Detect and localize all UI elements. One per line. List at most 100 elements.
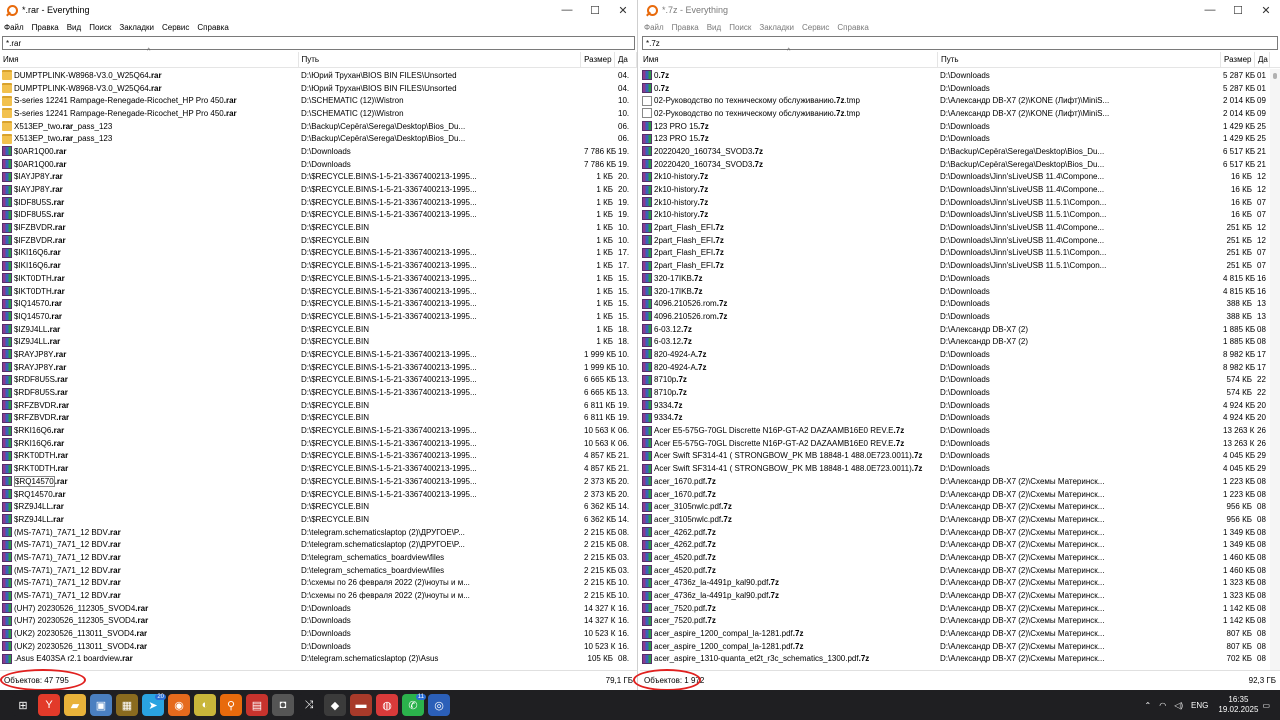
camera-app-icon[interactable]: ◘ [272, 694, 294, 716]
table-row[interactable]: 20220420_160734_SVOD3.7z D:\Backup\Серёга… [640, 145, 1270, 158]
table-row[interactable]: Acer Swift SF314-41 ( STRONGBOW_PK MB 18… [640, 450, 1270, 463]
table-row[interactable]: .Asus E403SA r2.1 boardview .rar D:\telegr… [0, 653, 637, 666]
table-row[interactable]: acer_4520.pdf .7z D:\Александр DB-X7 (2)\С… [640, 551, 1270, 564]
table-row[interactable]: $IDF8U5S .rar D:\$RECYCLE.BIN\S-1-5-21-336… [0, 196, 637, 209]
table-row[interactable]: 2part_Flash_EFI .7z D:\Downloads\Jinn'sLiv… [640, 221, 1270, 234]
table-row[interactable]: $RZ9J4LL .rar D:\$RECYCLE.BIN 6 362 КБ 14. [0, 513, 637, 526]
column-path[interactable]: Путь [938, 51, 1221, 68]
table-row[interactable]: (MS-7A71)_7A71_12 BDV .rar D:\telegram.sch… [0, 526, 637, 539]
table-row[interactable]: 2part_Flash_EFI .7z D:\Downloads\Jinn'sLiv… [640, 247, 1270, 260]
table-row[interactable]: $RDF8U5S .rar D:\$RECYCLE.BIN\S-1-5-21-336… [0, 386, 637, 399]
table-row[interactable]: (MS-7A71)_7A71_12 BDV .rar D:\telegram_sch… [0, 551, 637, 564]
table-row[interactable]: $RQ14570 .rar D:\$RECYCLE.BIN\S-1-5-21-336… [0, 475, 637, 488]
title-bar[interactable]: *.7z - Everything — ☐ ✕ [640, 0, 1280, 20]
table-row[interactable]: DUMPTPLINK-W8968-V3.0_W25Q64 .rar D:\Юрий … [0, 69, 637, 82]
table-row[interactable]: (MS-7A71)_7A71_12 BDV .rar D:\схемы по 26 … [0, 577, 637, 590]
table-row[interactable]: 320-17IKB .7z D:\Downloads 4 815 КБ 16 [640, 272, 1270, 285]
table-row[interactable]: $RKI16Q6 .rar D:\$RECYCLE.BIN\S-1-5-21-336… [0, 424, 637, 437]
minimize-button[interactable]: — [1196, 0, 1224, 20]
table-row[interactable]: $IFZBVDR .rar D:\$RECYCLE.BIN 1 КБ 10. [0, 234, 637, 247]
table-row[interactable]: $RKT0DTH .rar D:\$RECYCLE.BIN\S-1-5-21-336… [0, 462, 637, 475]
table-row[interactable]: (UK2) 20230526_113011_SVOD4 .rar D:\Downlo… [0, 627, 637, 640]
table-row[interactable]: 4096.210526.rom .7z D:\Downloads 388 КБ 13 [640, 297, 1270, 310]
table-row[interactable]: (MS-7A71)_7A71_12 BDV .rar D:\telegram_sch… [0, 564, 637, 577]
display-app-icon[interactable]: ▬ [350, 694, 372, 716]
search-input[interactable]: *.7z [642, 36, 1278, 50]
chip-tool-icon[interactable]: ▦ [116, 694, 138, 716]
table-row[interactable]: S-series 12241 Rampage-Renegade-Ricochet… [0, 94, 637, 107]
table-row[interactable]: 820-4924-A .7z D:\Downloads 8 982 КБ 17 [640, 361, 1270, 374]
table-row[interactable]: 6-03.12.7z D:\Александр DB-X7 (2) 1 885 КБ… [640, 323, 1270, 336]
table-row[interactable]: 0.7z D:\Downloads 5 287 КБ 01 [640, 82, 1270, 95]
table-row[interactable]: (UK2) 20230526_113011_SVOD4 .rar D:\Downlo… [0, 640, 637, 653]
language-indicator[interactable]: ENG [1191, 701, 1208, 710]
table-row[interactable]: acer_4262.pdf .7z D:\Александр DB-X7 (2)\С… [640, 538, 1270, 551]
menu-edit[interactable]: Правка [672, 23, 699, 32]
table-row[interactable]: $RAYJP8Y .rar D:\$RECYCLE.BIN\S-1-5-21-336… [0, 348, 637, 361]
close-button[interactable]: ✕ [1252, 0, 1280, 20]
menu-view[interactable]: Вид [707, 23, 721, 32]
table-row[interactable]: $IAYJP8Y .rar D:\$RECYCLE.BIN\S-1-5-21-336… [0, 183, 637, 196]
scrollbar-thumb[interactable] [1273, 73, 1277, 79]
table-row[interactable]: acer_1670.pdf .7z D:\Александр DB-X7 (2)\С… [640, 475, 1270, 488]
table-row[interactable]: acer_4520.pdf .7z D:\Александр DB-X7 (2)\С… [640, 564, 1270, 577]
column-date[interactable]: Да [615, 51, 637, 68]
table-row[interactable]: $RFZBVDR .rar D:\$RECYCLE.BIN 6 811 КБ 19. [0, 412, 637, 425]
table-row[interactable]: $IKT0DTH .rar D:\$RECYCLE.BIN\S-1-5-21-336… [0, 272, 637, 285]
table-row[interactable]: $RFZBVDR .rar D:\$RECYCLE.BIN 6 811 КБ 19. [0, 399, 637, 412]
table-row[interactable]: $IAYJP8Y .rar D:\$RECYCLE.BIN\S-1-5-21-336… [0, 171, 637, 184]
network-tool-icon[interactable]: ▣ [90, 694, 112, 716]
table-row[interactable]: 02-Руководство по техническому обслужива… [640, 107, 1270, 120]
search-input[interactable]: *.rar [2, 36, 635, 50]
menu-view[interactable]: Вид [67, 23, 81, 32]
menu-tools[interactable]: Сервис [162, 23, 189, 32]
table-row[interactable]: acer_aspire_1310-quanta_et2t_r3c_schemat… [640, 653, 1270, 666]
menu-edit[interactable]: Правка [32, 23, 59, 32]
table-row[interactable]: $IKI16Q6 .rar D:\$RECYCLE.BIN\S-1-5-21-336… [0, 259, 637, 272]
windows-start-icon[interactable]: ⊞ [12, 694, 34, 716]
table-row[interactable]: acer_aspire_1200_compal_la-1281.pdf .7z D:… [640, 640, 1270, 653]
table-row[interactable]: $IZ9J4LL .rar D:\$RECYCLE.BIN 1 КБ 18. [0, 323, 637, 336]
table-row[interactable]: acer_7520.pdf .7z D:\Александр DB-X7 (2)\С… [640, 602, 1270, 615]
wifi-icon[interactable]: ◠ [1159, 701, 1166, 710]
menu-help[interactable]: Справка [197, 23, 228, 32]
pdf-reader-icon[interactable]: ◍ [376, 694, 398, 716]
column-date[interactable]: Да [1255, 51, 1270, 68]
column-size[interactable]: Размер [1221, 51, 1255, 68]
maximize-button[interactable]: ☐ [1224, 0, 1252, 20]
table-row[interactable]: (UH7) 20230526_112305_SVOD4 .rar D:\Downlo… [0, 615, 637, 628]
column-path[interactable]: Путь [299, 51, 582, 68]
volume-icon[interactable]: ◁) [1174, 701, 1183, 710]
close-button[interactable]: ✕ [609, 0, 637, 20]
table-row[interactable]: $IKT0DTH .rar D:\$RECYCLE.BIN\S-1-5-21-336… [0, 285, 637, 298]
table-row[interactable]: S-series 12241 Rampage-Renegade-Ricochet… [0, 107, 637, 120]
table-row[interactable]: 8710p .7z D:\Downloads 574 КБ 22 [640, 386, 1270, 399]
table-row[interactable]: X513EP_two .rar _pass_123 D:\Backup\Серёга\… [0, 120, 637, 133]
kaspersky-icon[interactable]: ◆ [324, 694, 346, 716]
file-explorer-icon[interactable]: ▰ [64, 694, 86, 716]
app-circle-icon[interactable]: ◐ [194, 694, 216, 716]
table-row[interactable]: 320-17IKB .7z D:\Downloads 4 815 КБ 16 [640, 285, 1270, 298]
table-row[interactable]: acer_aspire_1200_compal_la-1281.pdf .7z D:… [640, 627, 1270, 640]
column-size[interactable]: Размер [581, 51, 616, 68]
table-row[interactable]: 2k10-history .7z D:\Downloads\Jinn'sLiveUS… [640, 209, 1270, 222]
table-row[interactable]: Acer Swift SF314-41 ( STRONGBOW_PK MB 18… [640, 462, 1270, 475]
table-row[interactable]: 2k10-history .7z D:\Downloads\Jinn'sLiveUS… [640, 171, 1270, 184]
menu-search[interactable]: Поиск [89, 23, 111, 32]
table-row[interactable]: acer_1670.pdf .7z D:\Александр DB-X7 (2)\С… [640, 488, 1270, 501]
menu-tools[interactable]: Сервис [802, 23, 829, 32]
menu-search[interactable]: Поиск [729, 23, 751, 32]
table-row[interactable]: $RZ9J4LL .rar D:\$RECYCLE.BIN 6 362 КБ 14. [0, 500, 637, 513]
table-row[interactable]: acer_3105nwlc.pdf .7z D:\Александр DB-X7 (… [640, 513, 1270, 526]
telegram-icon[interactable]: ➤ 20 [142, 694, 166, 716]
table-row[interactable]: 2k10-history .7z D:\Downloads\Jinn'sLiveUS… [640, 183, 1270, 196]
table-row[interactable]: $IKI16Q6 .rar D:\$RECYCLE.BIN\S-1-5-21-336… [0, 247, 637, 260]
table-row[interactable]: 6-03.12.7z D:\Александр DB-X7 (2) 1 885 КБ… [640, 335, 1270, 348]
minimize-button[interactable]: — [553, 0, 581, 20]
menu-file[interactable]: Файл [4, 23, 24, 32]
table-row[interactable]: 02-Руководство по техническому обслужива… [640, 94, 1270, 107]
shuffle-app-icon[interactable]: ⤨ [298, 694, 320, 716]
firefox-icon[interactable]: ◉ [168, 694, 190, 716]
table-row[interactable]: 8710p .7z D:\Downloads 574 КБ 22 [640, 374, 1270, 387]
table-row[interactable]: 2part_Flash_EFI .7z D:\Downloads\Jinn'sLiv… [640, 259, 1270, 272]
